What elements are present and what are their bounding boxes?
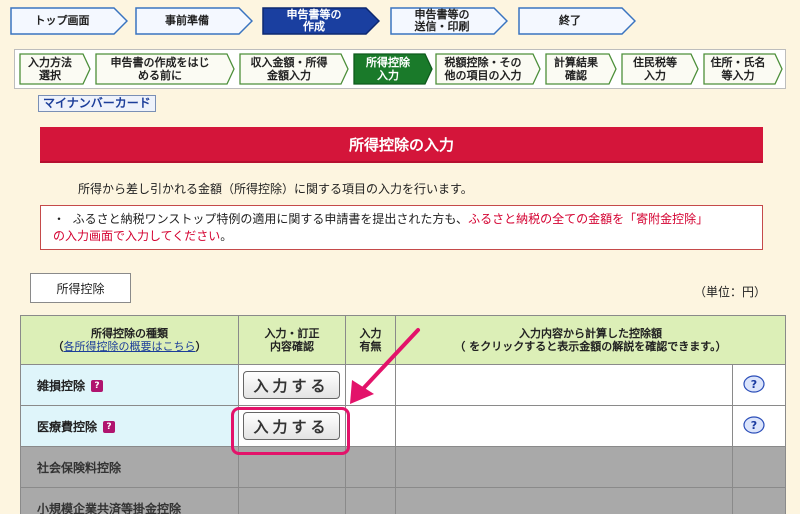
step-label: 終了 — [559, 14, 581, 27]
substep-progress-bar: 入力方法 選択 申告書の作成をはじ める前に 収入金額・所得 金額入力 所得控除… — [14, 49, 786, 89]
substep-before[interactable]: 申告書の作成をはじ める前に — [95, 53, 235, 85]
substep-address[interactable]: 住所・氏名 等入力 — [703, 53, 783, 85]
substep-label: 所得控除 入力 — [366, 56, 410, 82]
annotation-arrow-icon — [350, 328, 420, 404]
header-entry: 入力・訂正 内容確認 — [238, 315, 346, 365]
q-mark: ? — [751, 419, 757, 432]
paren-open: （ — [52, 340, 64, 353]
step-send[interactable]: 申告書等の 送信・印刷 — [390, 7, 508, 35]
substep-label: 住所・氏名 等入力 — [710, 56, 766, 82]
header-calc: 入力内容から計算した控除額 （ をクリックすると表示金額の解説を確認できます。） — [394, 315, 787, 365]
header-calc-label: 入力内容から計算した控除額 — [519, 327, 662, 340]
input-button-casualty[interactable]: 入力する — [243, 371, 340, 399]
step-label: 申告書等の 送信・印刷 — [414, 8, 470, 33]
step-progress-bar: トップ画面 事前準備 申告書等の 作成 申告書等の 送信・印刷 終了 — [0, 0, 800, 48]
paren-close: ） — [195, 340, 207, 353]
row-name: 雑損控除 — [37, 378, 86, 393]
row-help-cell — [731, 487, 787, 514]
table-row: 社会保険料控除 — [20, 446, 787, 488]
substep-tax-credit[interactable]: 税額控除・その 他の項目の入力 — [435, 53, 541, 85]
notice-text-end: 。 — [220, 229, 233, 243]
intro-text: 所得から差し引かれる金額（所得控除）に関する項目の入力を行います。 — [78, 182, 473, 196]
row-amount — [395, 364, 733, 406]
question-icon[interactable]: ? — [743, 374, 765, 393]
table-row: 小規模企業共済等掛金控除 — [20, 487, 787, 514]
row-name: 小規模企業共済等掛金控除 — [37, 501, 182, 514]
substep-resident-tax[interactable]: 住民税等 入力 — [621, 53, 699, 85]
row-name: 社会保険料控除 — [37, 460, 122, 475]
notice-bullet: ・ — [53, 212, 66, 226]
row-help-cell — [731, 446, 787, 488]
substep-result[interactable]: 計算結果 確認 — [545, 53, 617, 85]
substep-label: 税額控除・その 他の項目の入力 — [444, 56, 522, 82]
substep-method[interactable]: 入力方法 選択 — [19, 53, 91, 85]
notice-red-text-2: の入力画面で入力してください — [53, 229, 221, 243]
page-title: 所得控除の入力 — [40, 127, 763, 163]
substep-label: 収入金額・所得 金額入力 — [250, 56, 328, 82]
row-name-cell: 社会保険料控除 — [20, 446, 239, 488]
header-type-label: 所得控除の種類 — [91, 327, 168, 340]
header-type: 所得控除の種類 （各所得控除の概要はこちら） — [20, 315, 239, 365]
substep-label: 住民税等 入力 — [633, 56, 677, 82]
step-top[interactable]: トップ画面 — [10, 7, 128, 35]
row-button-cell: 入力する — [238, 364, 346, 406]
unit-label: （単位：円） — [693, 285, 766, 299]
substep-label: 計算結果 確認 — [554, 56, 598, 82]
row-help-cell: ? — [731, 364, 787, 406]
row-name-cell: 医療費控除? — [20, 405, 239, 447]
step-label: 申告書等の 作成 — [286, 8, 342, 33]
row-amount — [395, 446, 733, 488]
help-badge-icon[interactable]: ? — [103, 421, 116, 433]
step-label: トップ画面 — [34, 14, 90, 27]
step-create[interactable]: 申告書等の 作成 — [262, 7, 380, 35]
notice-text: ふるさと納税ワンストップ特例の適用に関する申請書を提出された方も、 — [72, 212, 469, 226]
substep-label: 入力方法 選択 — [28, 56, 72, 82]
row-help-cell: ? — [731, 405, 787, 447]
step-label: 事前準備 — [165, 14, 209, 27]
deduction-overview-link[interactable]: 各所得控除の概要はこちら — [64, 340, 196, 353]
substep-income[interactable]: 収入金額・所得 金額入力 — [239, 53, 349, 85]
row-button-cell — [238, 487, 346, 514]
row-has-input — [345, 487, 396, 514]
notice-box: ・ ふるさと納税ワンストップ特例の適用に関する申請書を提出された方も、ふるさと納… — [40, 205, 763, 250]
row-name-cell: 雑損控除? — [20, 364, 239, 406]
row-amount — [395, 487, 733, 514]
substep-deduction[interactable]: 所得控除 入力 — [353, 53, 433, 85]
row-has-input — [345, 446, 396, 488]
step-end[interactable]: 終了 — [518, 7, 636, 35]
highlight-box — [231, 407, 350, 455]
header-calc-sub: （ をクリックすると表示金額の解説を確認できます。） — [454, 340, 727, 353]
question-icon[interactable]: ? — [743, 415, 765, 434]
help-badge-icon[interactable]: ? — [91, 380, 104, 392]
mynumber-card-button[interactable]: マイナンバーカード — [38, 95, 156, 112]
step-prep[interactable]: 事前準備 — [135, 7, 253, 35]
substep-label: 申告書の作成をはじ める前に — [110, 56, 210, 82]
tab-income-deduction[interactable]: 所得控除 — [30, 273, 131, 303]
row-name-cell: 小規模企業共済等掛金控除 — [20, 487, 239, 514]
notice-red-text: ふるさと納税の全ての金額を「寄附金控除」 — [468, 212, 709, 226]
row-amount — [395, 405, 733, 447]
q-mark: ? — [751, 378, 757, 391]
row-name: 医療費控除 — [37, 419, 98, 434]
